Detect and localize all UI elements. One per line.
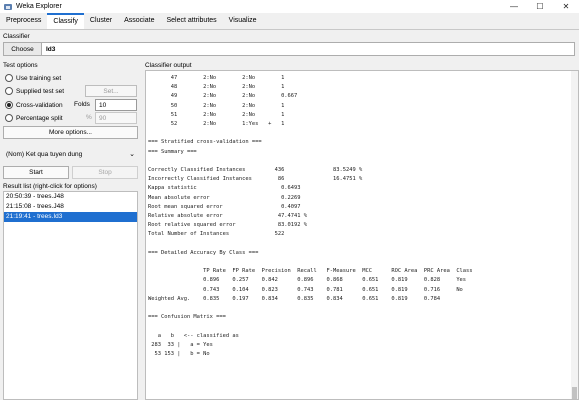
output-line: Root mean squared error 0.4097: [148, 203, 301, 210]
output-line: 0.743 0.104 0.823 0.743 0.781 0.651 0.81…: [148, 286, 463, 293]
tab-preprocess[interactable]: Preprocess: [0, 13, 47, 29]
output-line: 52 2:No 1:Yes + 1: [148, 121, 285, 127]
tab-classify[interactable]: Classify: [47, 13, 84, 29]
result-list-item[interactable]: 20:50:39 - trees.J48: [4, 192, 137, 202]
cross-validation-label: Cross-validation: [16, 101, 63, 109]
supplied-test-set-radio[interactable]: [5, 87, 13, 95]
close-button[interactable]: ✕: [553, 0, 579, 13]
use-training-set-label: Use training set: [16, 74, 62, 82]
classifier-section-label: Classifier: [3, 33, 30, 40]
chevron-down-icon: ⌄: [129, 151, 135, 158]
tab-cluster[interactable]: Cluster: [84, 13, 118, 29]
classifier-selector: Choose Id3: [3, 42, 575, 56]
choose-button[interactable]: Choose: [4, 43, 42, 55]
output-line: 283 33 | a = Yes: [148, 341, 213, 348]
folds-input[interactable]: 10: [95, 99, 137, 111]
output-line: 48 2:No 2:No 1: [148, 84, 285, 91]
more-options-button[interactable]: More options...: [3, 126, 138, 139]
tab-select-attributes[interactable]: Select attributes: [160, 13, 222, 29]
result-list-item[interactable]: 21:15:08 - trees.J48: [4, 202, 137, 212]
stop-button[interactable]: Stop: [72, 166, 138, 179]
output-line: 49 2:No 2:No 0.667: [148, 93, 298, 100]
weka-app-icon: [4, 3, 12, 11]
result-list[interactable]: 20:50:39 - trees.J48 21:15:08 - trees.J4…: [3, 191, 138, 400]
output-line: 0.896 0.257 0.842 0.896 0.868 0.651 0.81…: [148, 277, 467, 284]
start-button[interactable]: Start: [3, 166, 69, 179]
output-line: Root relative squared error 83.0192 %: [148, 222, 308, 229]
cross-validation-radio[interactable]: [5, 101, 13, 109]
classifier-name[interactable]: Id3: [46, 46, 55, 53]
folds-label: Folds: [74, 101, 90, 108]
output-line: 50 2:No 2:No 1: [148, 102, 285, 109]
output-line: TP Rate FP Rate Precision Recall F-Measu…: [148, 268, 473, 275]
output-line: Incorrectly Classified Instances 86 16.4…: [148, 176, 363, 183]
tab-associate[interactable]: Associate: [118, 13, 160, 29]
output-line: 53 153 | b = No: [148, 351, 210, 357]
percentage-input[interactable]: 90: [95, 112, 137, 124]
classifier-output-panel[interactable]: 47 2:No 2:No 1 48 2:No 2:No 1 49 2:No 2:…: [145, 70, 579, 400]
output-line: Total Number of Instances 522: [148, 231, 285, 238]
result-list-label: Result list (right-click for options): [3, 183, 97, 190]
supplied-test-set-label: Supplied test set: [16, 87, 65, 95]
output-line: === Summary ===: [148, 148, 197, 155]
test-options-label: Test options: [3, 62, 38, 69]
percentage-split-radio[interactable]: [5, 114, 13, 122]
class-attribute-select[interactable]: (Nom) Ket qua tuyen dung ⌄: [3, 147, 138, 161]
output-line: Mean absolute error 0.2269: [148, 194, 301, 201]
title-bar: Weka Explorer — ☐ ✕: [0, 0, 579, 13]
tab-visualize[interactable]: Visualize: [223, 13, 263, 29]
output-line: === Stratified cross-validation ===: [148, 139, 262, 146]
output-scrollbar[interactable]: [571, 71, 578, 399]
classifier-output-label: Classifier output: [145, 62, 192, 69]
output-line: Relative absolute error 47.4741 %: [148, 213, 308, 219]
use-training-set-option[interactable]: Use training set: [3, 72, 138, 84]
output-line: 47 2:No 2:No 1: [148, 75, 285, 81]
output-line: a b <-- classified as: [148, 332, 239, 339]
output-line: === Confusion Matrix ===: [148, 314, 226, 321]
output-line: Correctly Classified Instances 436 83.52…: [148, 167, 363, 173]
percentage-split-label: Percentage split: [16, 114, 63, 122]
output-line: === Detailed Accuracy By Class ===: [148, 249, 259, 256]
output-line: Kappa statistic 0.6493: [148, 185, 301, 192]
use-training-set-radio[interactable]: [5, 74, 13, 82]
set-test-set-button[interactable]: Set...: [85, 85, 137, 97]
result-list-item[interactable]: 21:19:41 - trees.Id3: [4, 212, 137, 222]
window-title: Weka Explorer: [16, 3, 62, 10]
output-scrollbar-thumb[interactable]: [572, 387, 577, 399]
class-attribute-value: (Nom) Ket qua tuyen dung: [6, 150, 83, 158]
percent-symbol: %: [86, 114, 92, 121]
output-line: 51 2:No 2:No 1: [148, 111, 285, 118]
minimize-button[interactable]: —: [501, 0, 527, 13]
tab-bar: Preprocess Classify Cluster Associate Se…: [0, 13, 579, 30]
maximize-button[interactable]: ☐: [527, 0, 553, 13]
output-line: Weighted Avg. 0.835 0.197 0.834 0.835 0.…: [148, 295, 441, 302]
